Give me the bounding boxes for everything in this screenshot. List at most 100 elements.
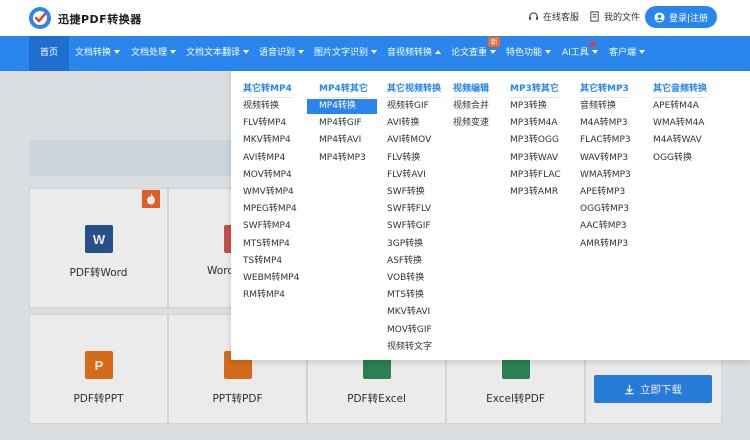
nav-item-doc-process[interactable]: 文档处理 [131, 36, 177, 71]
dropdown-column-title: 其它转MP3 [580, 81, 629, 98]
login-register-label: 登录|注册 [668, 13, 709, 24]
headset-icon [529, 12, 538, 20]
dropdown-menu-item[interactable]: WEBM转MP4 [243, 271, 299, 286]
dropdown-menu-item[interactable]: 视频转换 [243, 99, 279, 114]
dropdown-column-title: 其它视频转换 [387, 81, 442, 98]
nav-item-speech[interactable]: 语音识别 [259, 36, 305, 71]
dropdown-menu-item[interactable]: MOV转GIF [387, 323, 432, 338]
nav-label: 首页 [39, 48, 58, 58]
dropdown-menu-item[interactable]: MP3转WAV [510, 151, 558, 166]
dropdown-menu-item[interactable]: MTS转换 [387, 288, 424, 303]
dropdown-menu-item[interactable]: FLV转换 [387, 151, 420, 166]
new-badge: 新 [488, 37, 500, 47]
dropdown-menu-item[interactable]: WMA转MP3 [580, 168, 631, 183]
dropdown-menu-item[interactable]: 视频转GIF [387, 99, 429, 114]
dropdown-menu-item[interactable]: MP3转AMR [510, 185, 558, 200]
app-name[interactable]: 迅捷PDF转换器 [58, 11, 142, 27]
dropdown-menu-item[interactable]: MKV转MP4 [243, 133, 291, 148]
dropdown-menu-item[interactable]: MP3转M4A [510, 116, 558, 131]
dropdown-menu-item[interactable]: SWF转换 [387, 185, 425, 200]
nav-label: 客户端 [609, 48, 637, 58]
main-nav: 首页 文档转换 文档处理 文档文本翻译 语音识别 图片文字识别 音视频转换 论文… [0, 36, 750, 71]
av-convert-dropdown: 其它转MP4 视频转换 FLV转MP4 MKV转MP4 AVI转MP4 MOV转MP4 WM… [231, 71, 750, 360]
dropdown-menu-item[interactable]: MKV转AVI [387, 305, 430, 320]
dropdown-menu-item[interactable]: WAV转MP3 [580, 151, 628, 166]
dropdown-menu-item[interactable]: ASF转换 [387, 254, 422, 269]
dropdown-menu-item[interactable]: AVI转MP4 [243, 151, 285, 166]
dropdown-menu-item[interactable]: 3GP转换 [387, 237, 423, 252]
app-logo-icon[interactable] [28, 6, 52, 30]
nav-label: 特色功能 [506, 48, 543, 58]
chevron-down-icon [591, 50, 598, 54]
my-files-link[interactable]: 我的文件 [589, 10, 640, 23]
chevron-down-icon [545, 50, 552, 54]
dropdown-menu-item[interactable]: APE转M4A [653, 99, 699, 114]
nav-label: 文档转换 [75, 48, 112, 58]
nav-label: 图片文字识别 [314, 48, 369, 58]
nav-item-doc-convert[interactable]: 文档转换 [75, 36, 121, 71]
nav-item-home[interactable]: 首页 [29, 36, 69, 71]
dropdown-menu-item[interactable]: VOB转换 [387, 271, 424, 286]
dropdown-menu-item[interactable]: AAC转MP3 [580, 219, 627, 234]
dropdown-menu-item[interactable]: MP4转MP3 [319, 151, 366, 166]
online-service-label: 在线客服 [543, 13, 580, 23]
nav-item-av-convert[interactable]: 音视频转换 [387, 36, 442, 71]
dropdown-menu-item[interactable]: 视频变速 [453, 116, 489, 131]
dropdown-menu-item[interactable]: OGG转MP3 [580, 202, 629, 217]
user-icon [654, 11, 665, 23]
chevron-down-icon [371, 50, 378, 54]
dropdown-menu-item[interactable]: FLAC转MP3 [580, 133, 631, 148]
dropdown-menu-item[interactable]: MPEG转MP4 [243, 202, 297, 217]
my-files-label: 我的文件 [604, 13, 641, 23]
dropdown-menu-item[interactable]: OGG转换 [653, 151, 692, 166]
dropdown-menu-item[interactable]: AVI转换 [387, 116, 419, 131]
nav-item-translate[interactable]: 文档文本翻译 [186, 36, 250, 71]
dropdown-menu-item[interactable]: SWF转MP4 [243, 219, 291, 234]
dropdown-menu-item[interactable]: MTS转MP4 [243, 237, 290, 252]
chevron-up-icon [435, 50, 442, 54]
dropdown-menu-item[interactable]: WMA转M4A [653, 116, 704, 131]
dropdown-column-title: 其它转MP4 [243, 81, 292, 98]
chevron-down-icon [243, 50, 250, 54]
dropdown-menu-item[interactable]: APE转MP3 [580, 185, 625, 200]
nav-label: 文档处理 [131, 48, 168, 58]
dropdown-menu-item[interactable]: FLV转AVI [387, 168, 426, 183]
login-register-button[interactable]: 登录|注册 [645, 6, 717, 28]
dropdown-menu-item[interactable]: SWF转FLV [387, 202, 431, 217]
online-service-link[interactable]: 在线客服 [528, 10, 579, 23]
dropdown-menu-item[interactable]: M4A转WAV [653, 133, 702, 148]
chevron-down-icon [114, 50, 121, 54]
dropdown-menu-item[interactable]: AVI转MOV [387, 133, 431, 148]
dropdown-menu-item[interactable]: TS转MP4 [243, 254, 282, 269]
nav-item-ocr[interactable]: 图片文字识别 [314, 36, 378, 71]
dropdown-menu-item[interactable]: SWF转GIF [387, 219, 431, 234]
dropdown-menu-item[interactable]: M4A转MP3 [580, 116, 628, 131]
dropdown-menu-item[interactable]: AMR转MP3 [580, 237, 628, 252]
nav-item-client[interactable]: 客户端 [609, 36, 646, 71]
dropdown-menu-item[interactable]: MP4转GIF [319, 116, 362, 131]
chevron-down-icon [639, 50, 646, 54]
nav-label: 语音识别 [259, 48, 296, 58]
dropdown-menu-item[interactable]: FLV转MP4 [243, 116, 286, 131]
dropdown-menu-item[interactable]: 音频转换 [580, 99, 616, 114]
dropdown-menu-item[interactable]: MP3转OGG [510, 133, 559, 148]
nav-item-features[interactable]: 特色功能 [506, 36, 552, 71]
dropdown-menu-item[interactable]: WMV转MP4 [243, 185, 294, 200]
nav-label: AI工具 [562, 48, 589, 58]
dropdown-column-title: MP3转其它 [510, 81, 559, 98]
dropdown-column-title: 其它音频转换 [653, 81, 708, 98]
dropdown-menu-item[interactable]: MP3转FLAC [510, 168, 561, 183]
nav-label: 音视频转换 [387, 48, 433, 58]
dropdown-menu-item[interactable]: 视频合并 [453, 99, 489, 114]
dropdown-menu-item[interactable]: 视频转文字 [387, 340, 432, 355]
chevron-down-icon [490, 50, 497, 54]
dropdown-menu-item[interactable]: RM转MP4 [243, 288, 285, 303]
dropdown-menu-item[interactable]: MP3转换 [510, 99, 547, 114]
chevron-down-icon [170, 50, 177, 54]
file-icon [590, 11, 599, 22]
top-header: 迅捷PDF转换器 在线客服 我的文件 登录|注册 [0, 0, 750, 36]
dropdown-column-title: 视频编辑 [453, 81, 490, 98]
dropdown-menu-item[interactable]: MOV转MP4 [243, 168, 292, 183]
dropdown-menu-item[interactable]: MP4转换 [307, 99, 377, 114]
dropdown-menu-item[interactable]: MP4转AVI [319, 133, 361, 148]
